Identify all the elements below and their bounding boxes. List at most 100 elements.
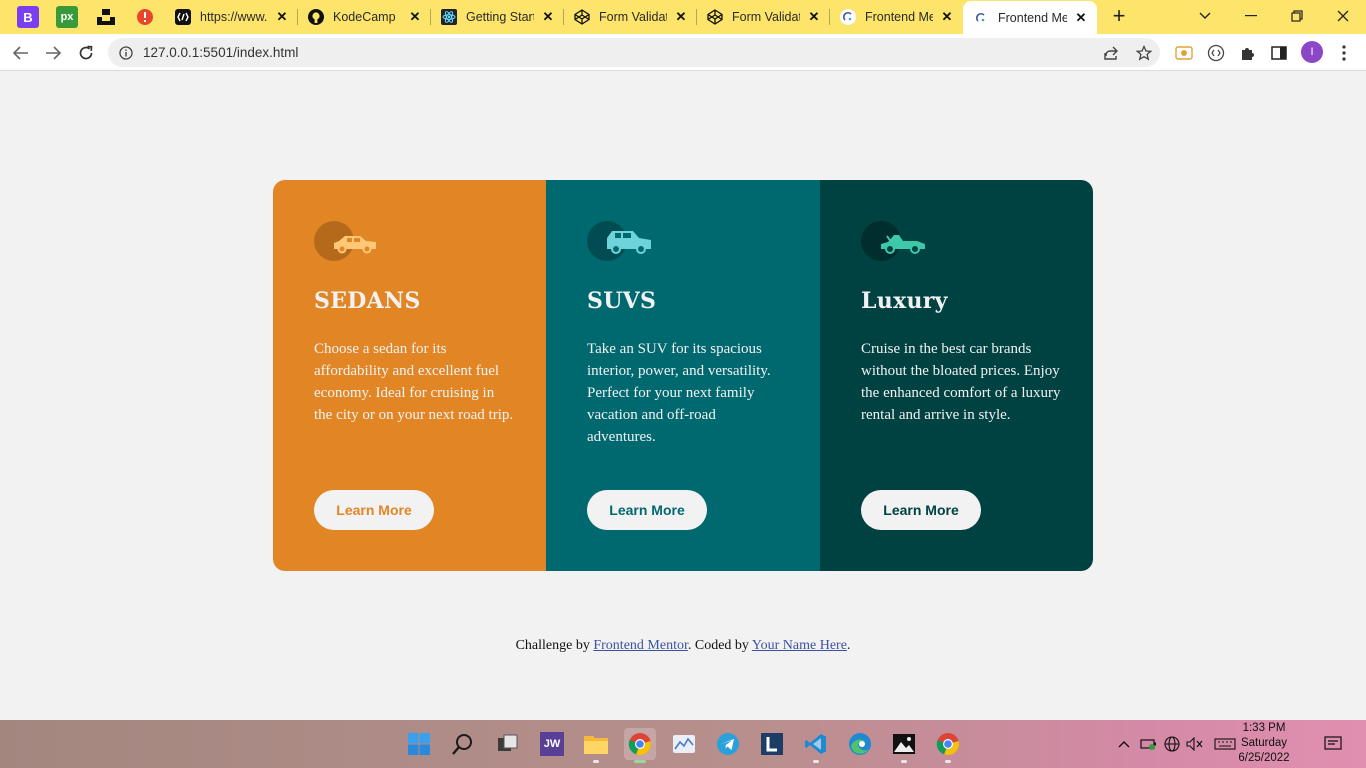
stocks-app-icon[interactable] — [668, 728, 700, 760]
restore-icon[interactable] — [1284, 4, 1310, 28]
tab-search-chevron-icon[interactable] — [1192, 4, 1218, 28]
react-icon — [441, 9, 457, 25]
tab-frontend-mentor-active[interactable]: Frontend Me ✕ — [963, 1, 1097, 34]
frontend-mentor-link[interactable]: Frontend Mentor — [593, 638, 688, 653]
profile-initial: I — [1310, 46, 1314, 58]
close-icon[interactable]: ✕ — [939, 9, 955, 25]
system-clock[interactable]: 1:33 PM Saturday 6/25/2022 — [1238, 721, 1290, 766]
tab-getting-started[interactable]: Getting Start ✕ — [431, 0, 564, 34]
extension-code-icon[interactable] — [1205, 42, 1227, 64]
extensions-puzzle-icon[interactable] — [1237, 42, 1259, 64]
tab-title: https://www. — [200, 10, 268, 24]
windows-taskbar: JW — [0, 720, 1366, 768]
clock-date: 6/25/2022 — [1238, 752, 1290, 764]
luxury-car-icon — [861, 221, 925, 261]
close-icon[interactable]: ✕ — [673, 9, 689, 25]
sedan-icon — [314, 221, 376, 261]
keyboard-icon[interactable] — [1213, 734, 1237, 754]
chrome-icon[interactable] — [624, 728, 656, 763]
tab-kodecamp[interactable]: KodeCamp ✕ — [298, 0, 431, 34]
forward-arrow-icon[interactable] — [40, 40, 66, 66]
card-sedans: SEDANS Choose a sedan for its affordabil… — [273, 180, 546, 571]
tab-title: Form Validat — [599, 10, 667, 24]
pinned-tab-unsplash[interactable] — [95, 6, 117, 28]
new-tab-button[interactable]: + — [1108, 5, 1130, 28]
battery-icon[interactable] — [1139, 734, 1159, 754]
back-arrow-icon[interactable] — [8, 40, 34, 66]
chrome-profile-icon[interactable] — [932, 728, 964, 763]
jw-app-label: JW — [540, 732, 564, 756]
task-view-icon[interactable] — [492, 728, 524, 760]
browser-toolbar: 127.0.0.1:5501/index.html I — [0, 34, 1366, 71]
extension-screenshot-icon[interactable] — [1173, 42, 1195, 64]
tab-https[interactable]: https://www. ✕ — [165, 0, 298, 34]
share-icon[interactable] — [1101, 43, 1121, 63]
search-icon[interactable] — [447, 728, 479, 760]
attribution-middle: . Coded by — [687, 638, 749, 653]
alert-icon — [137, 9, 153, 25]
unsplash-icon — [97, 9, 115, 25]
card-suvs: SUVS Take an SUV for its spacious interi… — [546, 180, 820, 571]
pinned-tab-px[interactable]: px — [56, 6, 78, 28]
frontend-mentor-icon — [840, 9, 856, 25]
reload-icon[interactable] — [73, 40, 99, 66]
close-icon[interactable]: ✕ — [806, 9, 822, 25]
card-description: Cruise in the best car brands without th… — [861, 341, 1061, 423]
tab-title: Frontend Me — [998, 10, 1067, 25]
frontend-mentor-icon — [973, 10, 989, 26]
close-window-icon[interactable] — [1330, 4, 1356, 28]
tab-title: Getting Start — [466, 10, 534, 24]
clock-time: 1:33 PM — [1242, 722, 1286, 734]
menu-dots-icon[interactable] — [1333, 42, 1355, 64]
author-link[interactable]: Your Name Here — [752, 638, 847, 653]
tab-form-validation-1[interactable]: Form Validat ✕ — [564, 0, 697, 34]
minimize-icon[interactable] — [1238, 4, 1264, 28]
telegram-icon[interactable] — [712, 728, 744, 760]
notifications-icon[interactable] — [1323, 734, 1343, 754]
vscode-icon[interactable] — [800, 728, 832, 763]
pinned-tab-bootstrap[interactable]: B — [17, 6, 39, 28]
code-brackets-icon — [175, 9, 191, 25]
photos-app-icon[interactable] — [888, 728, 920, 763]
pinned-tab-label: px — [60, 11, 74, 23]
site-info-icon[interactable] — [116, 43, 136, 63]
profile-avatar[interactable]: I — [1301, 41, 1323, 63]
pinned-tab-label: B — [23, 9, 33, 25]
browser-tab-strip: B px https://www. ✕ KodeCamp ✕ Getting S… — [0, 0, 1366, 34]
close-icon[interactable]: ✕ — [407, 9, 423, 25]
suv-icon — [587, 221, 651, 261]
side-panel-icon[interactable] — [1268, 42, 1290, 64]
card-title: SEDANS — [314, 288, 421, 314]
close-icon[interactable]: ✕ — [274, 9, 290, 25]
url-text: 127.0.0.1:5501/index.html — [143, 45, 299, 60]
lightworks-icon[interactable] — [756, 728, 788, 760]
network-globe-icon[interactable] — [1162, 734, 1182, 754]
card-description: Take an SUV for its spacious interior, p… — [587, 341, 771, 445]
card-luxury: Luxury Cruise in the best car brands wit… — [820, 180, 1093, 571]
attribution-prefix: Challenge by — [515, 638, 590, 653]
volume-muted-icon[interactable] — [1185, 734, 1205, 754]
tab-title: Frontend Me — [865, 10, 933, 24]
tab-title: Form Validat — [732, 10, 800, 24]
address-bar[interactable]: 127.0.0.1:5501/index.html — [108, 38, 1160, 67]
jw-app-icon[interactable]: JW — [536, 728, 568, 760]
close-icon[interactable]: ✕ — [540, 9, 556, 25]
tray-overflow-chevron-icon[interactable] — [1114, 734, 1134, 754]
edge-icon[interactable] — [844, 728, 876, 760]
close-icon[interactable]: ✕ — [1073, 10, 1089, 26]
learn-more-button[interactable]: Learn More — [314, 490, 434, 530]
car-cards-container: SEDANS Choose a sedan for its affordabil… — [273, 180, 1093, 571]
card-title: SUVS — [587, 288, 657, 314]
attribution: Challenge by Frontend Mentor. Coded by Y… — [0, 638, 1366, 654]
learn-more-button[interactable]: Learn More — [861, 490, 981, 530]
pinned-tab-alert[interactable] — [134, 6, 156, 28]
tab-title: KodeCamp — [333, 10, 396, 24]
bookmark-star-icon[interactable] — [1134, 43, 1154, 63]
tab-frontend-mentor-1[interactable]: Frontend Me ✕ — [830, 0, 963, 34]
codepen-icon — [574, 9, 590, 25]
start-button-icon[interactable] — [403, 728, 435, 760]
learn-more-button[interactable]: Learn More — [587, 490, 707, 530]
tab-form-validation-2[interactable]: Form Validat ✕ — [697, 0, 830, 34]
file-explorer-icon[interactable] — [580, 728, 612, 763]
github-icon — [308, 9, 324, 25]
